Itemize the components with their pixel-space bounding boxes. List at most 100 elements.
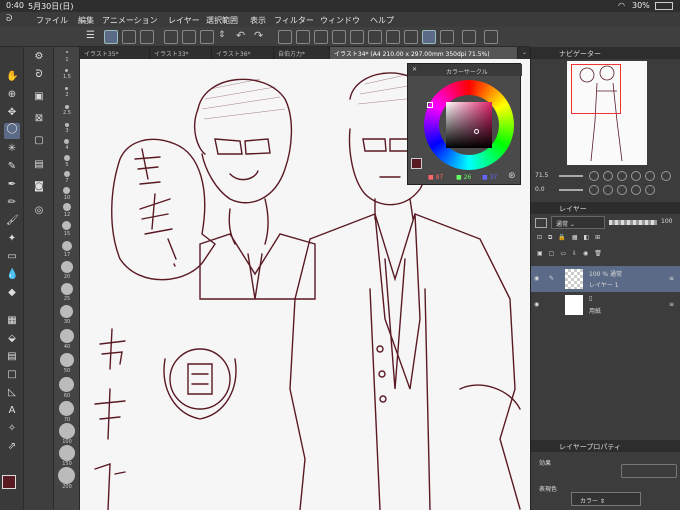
tab-document-active[interactable]: イラスト34* (A4 210.00 x 297.00mm 350dpi 71.… xyxy=(330,47,518,59)
brush-size-option[interactable] xyxy=(60,329,74,343)
new-folder-icon[interactable]: ▭ xyxy=(560,250,566,260)
new-raster-layer-icon[interactable]: ▣ xyxy=(537,250,543,260)
fit-button[interactable] xyxy=(631,171,641,181)
add-mask-icon[interactable]: ◉ xyxy=(583,250,588,260)
eyedropper-icon[interactable]: ✎ xyxy=(6,161,18,173)
brush-size-option[interactable] xyxy=(63,203,71,211)
correct-line-icon[interactable]: ⇗ xyxy=(6,441,18,453)
brush-size-option[interactable] xyxy=(60,353,74,367)
brush-size-option[interactable] xyxy=(64,171,70,177)
balloon-icon[interactable]: ✧ xyxy=(6,423,18,435)
shape-sub-icon[interactable]: ◙ xyxy=(33,181,45,193)
move-icon[interactable]: ✥ xyxy=(6,107,18,119)
brush-size-option[interactable] xyxy=(62,241,72,251)
delete-layer-icon[interactable]: 🗑 xyxy=(594,250,602,260)
brush-size-option[interactable] xyxy=(60,305,73,318)
color-mode-icon[interactable]: ⊛ xyxy=(508,171,516,181)
lock-icon[interactable]: 🔒 xyxy=(558,234,565,244)
brush-size-option[interactable] xyxy=(59,423,75,439)
target-sub-icon[interactable]: ◎ xyxy=(33,205,45,217)
toolbar-crop-button[interactable] xyxy=(386,30,400,44)
lock-alpha-icon[interactable]: ▦ xyxy=(572,234,578,244)
zoom-reset-button[interactable] xyxy=(617,171,627,181)
menu-filter[interactable]: フィルター xyxy=(274,15,314,26)
gradient-icon[interactable]: ▤ xyxy=(6,351,18,363)
zoom-out-button[interactable] xyxy=(589,171,599,181)
opacity-slider[interactable] xyxy=(609,220,657,225)
main-color-swatch[interactable] xyxy=(2,475,16,489)
selection-pen-icon[interactable]: ▢ xyxy=(33,135,45,147)
brush-size-option[interactable] xyxy=(58,467,75,484)
brush-size-option[interactable] xyxy=(62,221,71,230)
lasso-icon[interactable]: ◯ xyxy=(4,123,20,139)
fit-width-button[interactable] xyxy=(645,171,655,181)
airbrush-icon[interactable]: ✦ xyxy=(6,233,18,245)
toolbar-stepper-icon[interactable]: ⇕ xyxy=(218,30,232,44)
menu-file[interactable]: ファイル xyxy=(36,15,68,26)
toolbar-open-button[interactable] xyxy=(182,30,196,44)
hand-icon[interactable]: ✋ xyxy=(6,71,18,83)
figure-icon[interactable]: □ xyxy=(6,369,18,381)
brush-size-option[interactable] xyxy=(64,139,69,144)
toolbar-quick-button[interactable] xyxy=(484,30,498,44)
brush-size-option[interactable] xyxy=(61,283,73,295)
shrink-sub-icon[interactable]: ⊠ xyxy=(33,113,45,125)
tab-document[interactable]: イラスト33* xyxy=(150,47,212,59)
expression-color-select[interactable]: カラー ⇕ xyxy=(571,492,641,506)
layer-row-paper[interactable]: ◉ ▯ 用紙 ≡ xyxy=(531,292,680,318)
blend-icon[interactable]: 💧 xyxy=(6,269,18,281)
rotate-right-button[interactable] xyxy=(603,185,613,195)
brush-size-option[interactable] xyxy=(59,445,75,461)
saturation-value-square[interactable] xyxy=(446,102,492,148)
rotate-reset-button[interactable] xyxy=(617,185,627,195)
ruler-icon[interactable]: ◺ xyxy=(6,387,18,399)
fit-height-button[interactable] xyxy=(661,171,671,181)
toolbar-invert-button[interactable] xyxy=(368,30,382,44)
navigator-view-frame[interactable] xyxy=(571,64,621,114)
toolbar-fill-button[interactable] xyxy=(314,30,328,44)
reference-icon[interactable]: ⧉ xyxy=(548,234,552,244)
chevron-down-icon[interactable]: ⌄ xyxy=(518,47,530,59)
pen-icon[interactable]: ✒ xyxy=(6,179,18,191)
menu-selection[interactable]: 選択範囲 xyxy=(206,15,238,26)
toolbar-save-button[interactable] xyxy=(200,30,214,44)
brush-size-option[interactable] xyxy=(61,261,73,273)
ruler-layer-icon[interactable]: ⊞ xyxy=(595,234,600,244)
brush-size-option[interactable] xyxy=(65,69,68,72)
menu-help[interactable]: ヘルプ xyxy=(370,15,394,26)
bucket-icon[interactable]: ⬙ xyxy=(6,333,18,345)
zoom-in-button[interactable] xyxy=(603,171,613,181)
zoom-slider[interactable] xyxy=(559,175,583,177)
eye-icon[interactable]: ◉ xyxy=(534,275,539,282)
frame-icon[interactable]: ▦ xyxy=(6,315,18,327)
toolbar-clear-button[interactable] xyxy=(278,30,292,44)
tab-document[interactable]: 自伯方力* xyxy=(274,47,330,59)
toolbar-select-button[interactable] xyxy=(104,30,118,44)
edit-pen-icon[interactable]: ✎ xyxy=(549,275,554,282)
menu-window[interactable]: ウィンドウ xyxy=(320,15,360,26)
close-icon[interactable]: ✕ xyxy=(412,66,417,73)
merge-down-icon[interactable]: ⇩ xyxy=(572,250,577,260)
rotate-left-button[interactable] xyxy=(589,185,599,195)
app-logo-icon[interactable]: ᘐ xyxy=(6,14,12,24)
magic-wand-icon[interactable]: ✳ xyxy=(6,143,18,155)
undo-icon[interactable]: ↶ xyxy=(236,30,250,44)
hamburger-icon[interactable]: ☰ xyxy=(86,30,100,44)
brush-size-option[interactable] xyxy=(63,187,70,194)
toolbar-deselect-button[interactable] xyxy=(350,30,364,44)
toolbar-ruler-button[interactable] xyxy=(422,30,436,44)
brush-icon[interactable]: 🖌 xyxy=(6,215,19,227)
menu-edit[interactable]: 編集 xyxy=(78,15,94,26)
rotate-slider[interactable] xyxy=(559,189,583,191)
brush-size-option[interactable] xyxy=(64,155,70,161)
navigator-preview[interactable] xyxy=(567,61,647,165)
toolbar-snap-button[interactable] xyxy=(440,30,454,44)
layer-property-icon[interactable] xyxy=(535,218,547,228)
toolbar-clear-outside-button[interactable] xyxy=(296,30,310,44)
zoom-icon[interactable]: ⊕ xyxy=(6,89,18,101)
toolbar-new-button[interactable] xyxy=(164,30,178,44)
brush-size-option[interactable] xyxy=(59,401,74,416)
sub-tool-icon[interactable]: ⚙ xyxy=(33,51,45,63)
menu-view[interactable]: 表示 xyxy=(250,15,266,26)
new-vector-layer-icon[interactable]: ▢ xyxy=(549,250,555,260)
